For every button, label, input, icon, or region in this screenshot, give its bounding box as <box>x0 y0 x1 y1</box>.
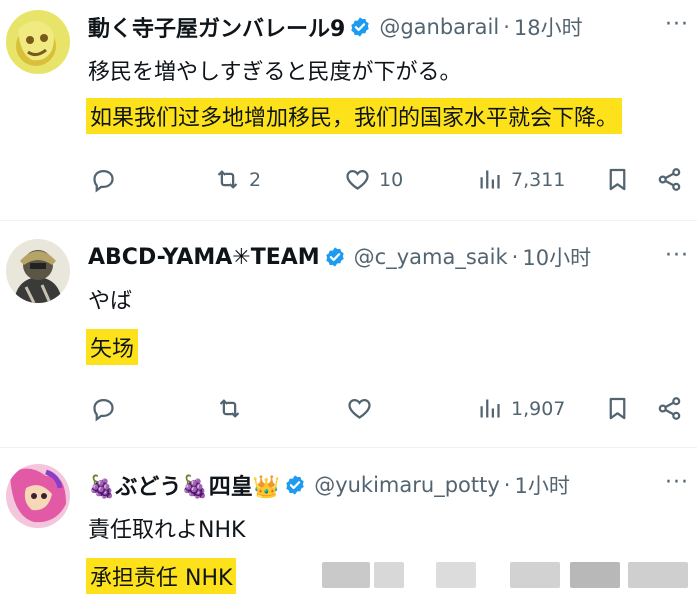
verified-badge-icon <box>351 17 370 37</box>
retweet-button[interactable]: 2 <box>214 166 261 193</box>
tweet-text: やば <box>88 289 133 314</box>
verified-badge-icon <box>325 247 344 267</box>
display-name[interactable]: 動く寺子屋ガンバレール9 <box>88 11 345 43</box>
views-button[interactable]: 7,311 <box>476 166 565 193</box>
like-button[interactable] <box>346 395 381 422</box>
timestamp[interactable]: 1小时 <box>514 470 569 500</box>
user-handle[interactable]: @ganbarail <box>379 15 499 39</box>
reply-icon <box>93 169 114 193</box>
blur-block <box>374 562 404 588</box>
user-handle[interactable]: @c_yama_saik <box>354 245 508 269</box>
tweet-1[interactable]: 動く寺子屋ガンバレール9 @ganbarail · 18小时 ··· 移民を増や… <box>0 0 697 220</box>
verified-badge-icon <box>286 475 304 495</box>
more-options-icon[interactable]: ··· <box>665 470 689 495</box>
more-options-icon[interactable]: ··· <box>665 12 689 37</box>
tweet-3[interactable]: 🍇ぶどう🍇四皇👑 @yukimaru_potty · 1小时 ··· 責任取れよ… <box>0 448 697 608</box>
retweet-button[interactable] <box>216 395 251 422</box>
like-count: 10 <box>379 168 404 191</box>
reply-icon <box>93 398 114 422</box>
tweet-text: 移民を増やしすぎると民度が下がる。 <box>88 60 462 85</box>
retweet-icon <box>219 399 240 418</box>
share-button[interactable] <box>656 395 683 422</box>
bookmark-icon <box>609 168 626 191</box>
like-button[interactable]: 10 <box>344 166 403 193</box>
blur-block <box>322 562 370 588</box>
heart-icon <box>346 169 369 190</box>
avatar[interactable] <box>6 464 70 528</box>
bookmark-icon <box>609 397 626 420</box>
timestamp[interactable]: 10小时 <box>522 242 591 272</box>
retweet-icon <box>217 170 238 189</box>
timestamp[interactable]: 18小时 <box>514 12 583 42</box>
blur-block <box>628 562 688 588</box>
action-bar: 2 10 7,311 <box>0 166 697 202</box>
reply-button[interactable] <box>90 395 117 422</box>
more-options-icon[interactable]: ··· <box>665 243 689 268</box>
share-icon <box>658 397 681 420</box>
translation-highlight: 承担责任 NHK <box>86 558 237 594</box>
blur-block <box>570 562 620 588</box>
tweet-header: 動く寺子屋ガンバレール9 @ganbarail · 18小时 <box>88 10 687 44</box>
avatar[interactable] <box>6 10 70 74</box>
display-name[interactable]: ABCD-YAMA✳TEAM <box>88 245 320 270</box>
tweet-header: 🍇ぶどう🍇四皇👑 @yukimaru_potty · 1小时 <box>88 468 687 502</box>
views-icon <box>480 399 500 418</box>
views-count: 7,311 <box>511 168 566 191</box>
views-count: 1,907 <box>511 397 566 420</box>
blur-block <box>436 562 476 588</box>
user-handle[interactable]: @yukimaru_potty <box>314 473 500 497</box>
display-name[interactable]: 🍇ぶどう🍇四皇👑 <box>88 469 280 501</box>
tweet-header: ABCD-YAMA✳TEAM @c_yama_saik · 10小时 <box>88 240 687 274</box>
heart-icon <box>348 398 371 419</box>
reply-button[interactable] <box>90 166 117 193</box>
bookmark-button[interactable] <box>604 166 631 193</box>
blur-block <box>510 562 560 588</box>
share-button[interactable] <box>656 166 683 193</box>
translation-highlight: 如果我们过多地增加移民，我们的国家水平就会下降。 <box>86 98 623 134</box>
views-button[interactable]: 1,907 <box>476 395 565 422</box>
tweet-text: 責任取れよNHK <box>88 518 246 543</box>
translation-highlight: 矢场 <box>86 329 139 365</box>
separator-dot: · <box>503 15 510 39</box>
retweet-count: 2 <box>249 168 262 191</box>
bookmark-button[interactable] <box>604 395 631 422</box>
share-icon <box>658 168 681 191</box>
action-bar: 1,907 <box>0 395 697 431</box>
views-icon <box>480 170 500 189</box>
avatar[interactable] <box>6 239 70 303</box>
tweet-2[interactable]: ABCD-YAMA✳TEAM @c_yama_saik · 10小时 ··· や… <box>0 221 697 447</box>
separator-dot: · <box>503 473 511 497</box>
separator-dot: · <box>511 245 519 269</box>
